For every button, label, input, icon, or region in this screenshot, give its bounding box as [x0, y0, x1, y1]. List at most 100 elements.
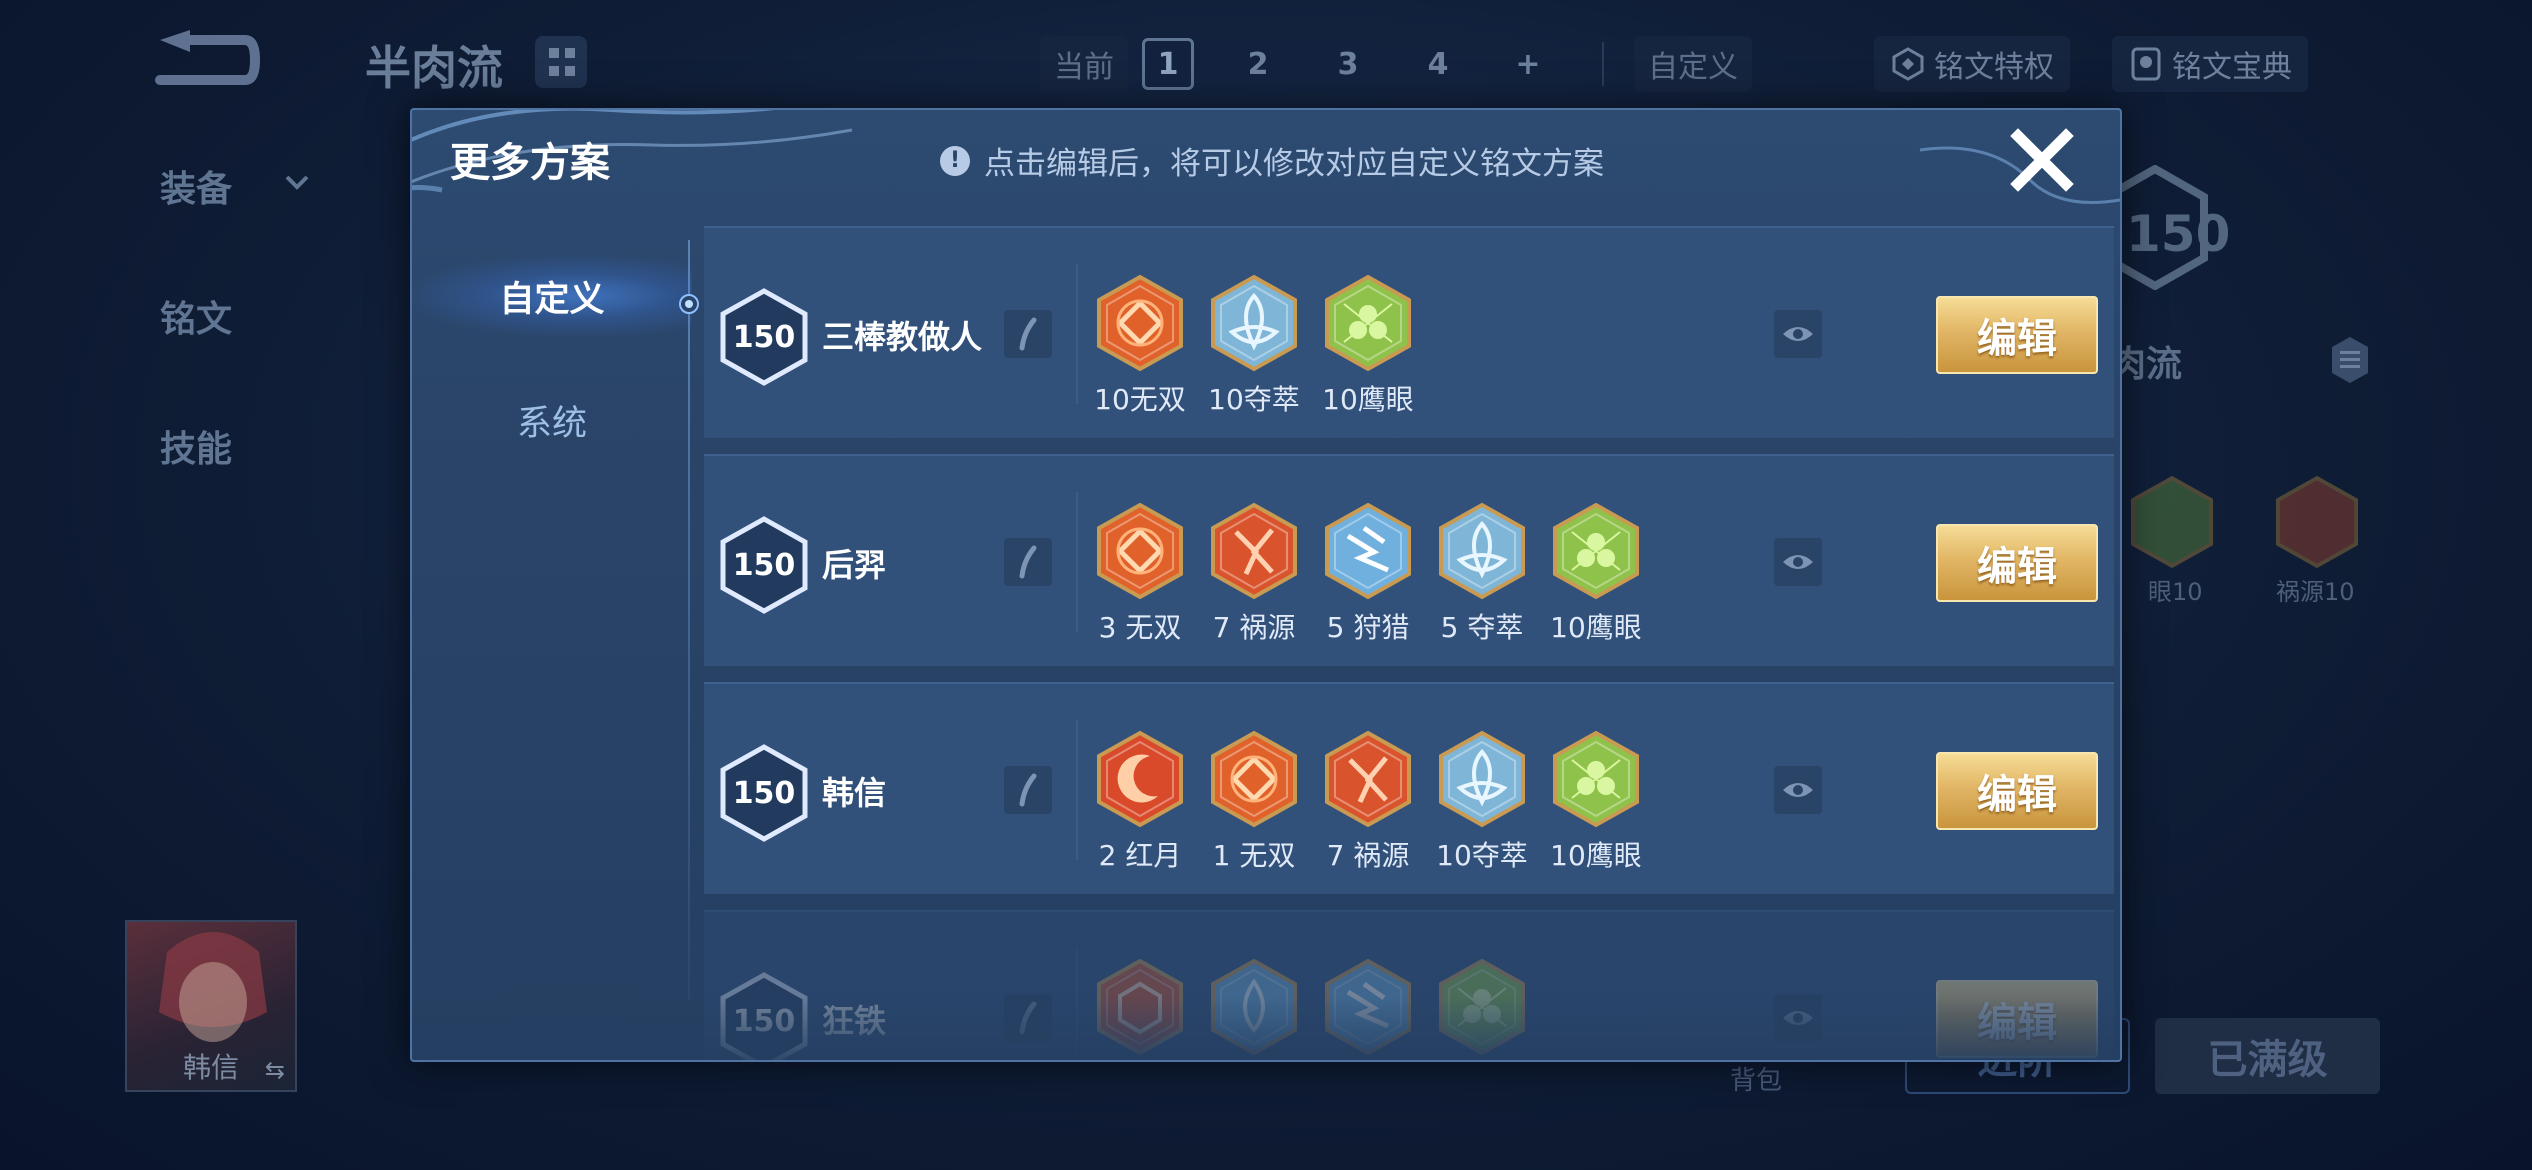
card-divider — [1076, 720, 1078, 860]
rune-count-label: 10鹰眼 — [1550, 611, 1642, 644]
rename-button[interactable] — [1004, 310, 1052, 358]
rune-count-label: 2 红月 — [1098, 839, 1182, 872]
scheme-page-tabs: 当前 1 2 3 4 + 自定义 — [1040, 36, 1766, 92]
rune-slot: 2 红月 — [1096, 730, 1184, 874]
chevron-down-icon — [285, 175, 309, 190]
rune-slot: 5 夺萃 — [1438, 502, 1526, 646]
scheme-card[interactable]: 150 后羿 3 无双 7 祸源 5 狩猎 5 夺萃 10鹰眼 编辑 — [704, 454, 2114, 666]
back-arrow-icon[interactable] — [150, 30, 260, 90]
scheme-page-1[interactable]: 1 — [1142, 38, 1194, 90]
exclamation-icon: ! — [940, 145, 970, 176]
rune-slot: 3 无双 — [1096, 502, 1184, 646]
preview-button[interactable] — [1774, 538, 1822, 586]
rune-count-label: 7 祸源 — [1326, 839, 1410, 872]
active-tab-indicator — [679, 294, 699, 314]
huoyuan-rune-icon — [1325, 730, 1411, 828]
rune-list: 3 无双 7 祸源 5 狩猎 5 夺萃 10鹰眼 — [1096, 502, 1642, 646]
rune-list: 10无双 10夺萃 10鹰眼 — [1094, 274, 1414, 418]
rune-slot: 10鹰眼 — [1550, 730, 1642, 874]
bg-rune-label-2: 祸源10 — [2276, 578, 2355, 606]
current-scheme-title: 半肉流 — [365, 41, 503, 95]
scheme-card[interactable]: 150 韩信 2 红月 1 无双 7 祸源 10夺萃 10鹰眼 编辑 — [704, 682, 2114, 894]
card-divider — [1076, 492, 1078, 632]
level-badge: 150 — [720, 744, 808, 842]
more-schemes-dialog: 更多方案 ! 点击编辑后，将可以修改对应自定义铭文方案 自定义 系统 150 三棒… — [410, 108, 2122, 1062]
rune-slot: 1 无双 — [1210, 730, 1298, 874]
hongyue-rune-icon — [1097, 730, 1183, 828]
rune-slot: 7 祸源 — [1210, 502, 1298, 646]
edit-notice-text: 点击编辑后，将可以修改对应自定义铭文方案 — [984, 146, 1604, 182]
swap-hero-icon[interactable]: ⇆ — [265, 1056, 285, 1084]
scheme-list[interactable]: 150 三棒教做人 10无双 10夺萃 10鹰眼 编辑 150 后羿 3 无双 7 祸源 5 狩猎 5… — [704, 226, 2116, 1060]
scheme-page-3[interactable]: 3 — [1322, 38, 1374, 90]
edit-button[interactable]: 编辑 — [1936, 524, 2098, 602]
scheme-name: 韩信 — [822, 774, 887, 812]
eye-icon — [1783, 555, 1813, 569]
yingyan-rune-icon — [1553, 730, 1639, 828]
side-nav-runes[interactable]: 铭文 — [160, 290, 232, 342]
shoulie-rune-icon — [1325, 502, 1411, 600]
rune-count-label: 10无双 — [1094, 383, 1186, 416]
add-scheme-page[interactable]: + — [1502, 38, 1554, 90]
close-icon[interactable] — [2006, 124, 2078, 196]
current-label: 当前 — [1040, 36, 1128, 92]
level-value: 150 — [732, 547, 796, 583]
side-nav-equipment[interactable]: 装备 — [160, 160, 232, 212]
edit-button[interactable]: 编辑 — [1936, 296, 2098, 374]
yingyan-rune-icon — [1325, 274, 1411, 372]
level-value: 150 — [732, 775, 796, 811]
rename-button[interactable] — [1004, 538, 1052, 586]
rune-slot: 10鹰眼 — [1550, 502, 1642, 646]
huoyuan-rune-icon — [1211, 502, 1297, 600]
rune-codex-label: 铭文宝典 — [2172, 50, 2292, 85]
rune-codex-button[interactable]: 铭文宝典 — [2112, 36, 2308, 92]
rune-count-label: 3 无双 — [1098, 611, 1182, 644]
preview-button[interactable] — [1774, 766, 1822, 814]
edit-button[interactable]: 编辑 — [1936, 752, 2098, 830]
scheme-category-nav: 自定义 系统 — [412, 228, 692, 1060]
edit-notice: ! 点击编辑后，将可以修改对应自定义铭文方案 — [940, 138, 1604, 183]
maxed-button: 已满级 — [2155, 1018, 2380, 1094]
dialog-title: 更多方案 — [450, 140, 610, 186]
rune-slot: 10鹰眼 — [1322, 274, 1414, 418]
preview-button[interactable] — [1774, 310, 1822, 358]
eye-icon — [1783, 327, 1813, 341]
side-nav-skills[interactable]: 技能 — [160, 420, 232, 472]
list-menu-icon[interactable] — [2330, 335, 2370, 385]
nav-divider — [688, 240, 690, 1000]
rename-button[interactable] — [1004, 766, 1052, 814]
bg-level-value: 150 — [2126, 205, 2231, 263]
scheme-name: 三棒教做人 — [822, 318, 983, 356]
eye-icon — [1783, 783, 1813, 797]
scheme-card[interactable]: 150 三棒教做人 10无双 10夺萃 10鹰眼 编辑 — [704, 226, 2114, 438]
scheme-page-2[interactable]: 2 — [1232, 38, 1284, 90]
custom-tab[interactable]: 自定义 — [1634, 36, 1752, 92]
list-fade-overlay — [704, 996, 2116, 1060]
rune-count-label: 5 夺萃 — [1440, 611, 1524, 644]
hero-avatar-image — [159, 932, 267, 1042]
bg-rune-label-1: 眼10 — [2148, 578, 2203, 606]
rune-count-label: 5 狩猎 — [1326, 611, 1410, 644]
rune-count-label: 10鹰眼 — [1322, 383, 1414, 416]
tab-custom[interactable]: 自定义 — [412, 256, 692, 336]
rune-slot: 10夺萃 — [1436, 730, 1528, 874]
duocui-rune-icon — [1211, 274, 1297, 372]
hero-portrait[interactable]: 韩信 ⇆ — [125, 920, 297, 1092]
scheme-name: 后羿 — [822, 546, 887, 584]
backpack-label[interactable]: 背包 — [1730, 1060, 1782, 1097]
divider — [1602, 42, 1604, 86]
rune-slot: 10夺萃 — [1208, 274, 1300, 418]
level-value: 150 — [732, 319, 796, 355]
rune-slot: 7 祸源 — [1324, 730, 1412, 874]
tab-system[interactable]: 系统 — [412, 380, 692, 460]
yingyan-rune-icon — [1553, 502, 1639, 600]
rune-privilege-button[interactable]: 铭文特权 — [1874, 36, 2070, 92]
rune-count-label: 7 祸源 — [1212, 611, 1296, 644]
scheme-grid-button[interactable] — [535, 36, 587, 88]
pen-icon — [1019, 773, 1037, 807]
scheme-page-4[interactable]: 4 — [1412, 38, 1464, 90]
rune-privilege-label: 铭文特权 — [1934, 50, 2054, 85]
card-divider — [1076, 264, 1078, 404]
level-badge: 150 — [720, 288, 808, 386]
pen-icon — [1019, 545, 1037, 579]
